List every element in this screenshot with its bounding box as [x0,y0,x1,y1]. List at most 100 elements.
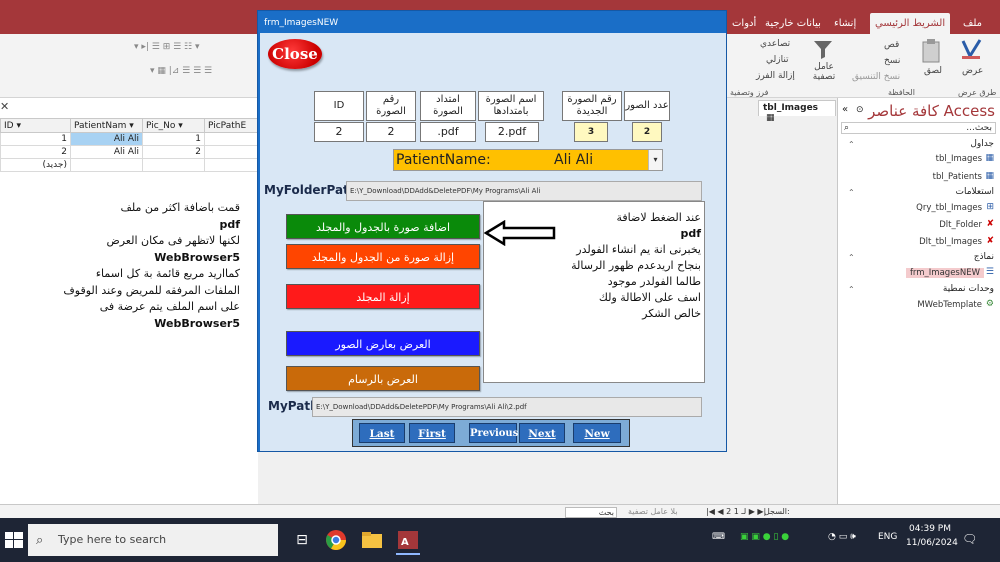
column-header-pic-no[interactable]: Pic_No ▾ [142,118,205,133]
my-path-field[interactable]: E:\Y_Download\DDAdd&DeletePDF\My Program… [312,397,702,417]
nav-group-forms[interactable]: نماذج [974,252,994,262]
sort-ascending-button[interactable]: تصاعدي [760,39,790,49]
view-button[interactable]: عرض [962,66,983,76]
cut-button[interactable]: قص [884,40,899,50]
previous-button[interactable]: Previous [469,423,519,443]
document-tab-tbl-images[interactable]: tbl_Images ▦ [758,100,836,123]
form-icon: ☰ [985,267,994,277]
notification-icon[interactable]: 🗨 [962,532,977,546]
cell-pic-no[interactable]: 1 [142,132,205,146]
add-image-button[interactable]: اضافة صورة بالجدول والمجلد [286,214,480,239]
clock-time[interactable]: 04:39 PM [909,524,951,534]
tray-status-icons[interactable]: ◔ ▭ 🕪 [828,532,856,542]
language-indicator[interactable]: ENG [878,532,897,542]
task-view-icon[interactable]: ⊟ [286,524,318,556]
nav-group-modules[interactable]: وحدات نمطية [943,284,994,294]
nav-item-frm-images[interactable]: frm_ImagesNEW [905,268,984,278]
cell-empty[interactable] [70,158,143,172]
last-button[interactable]: Last [359,423,405,443]
clock-date[interactable]: 11/06/2024 [906,538,958,548]
note-line: pdf [219,217,240,231]
nav-header[interactable]: « ⊙ كافة عناصر Access [838,100,1000,120]
cell-patientname[interactable]: Ali Ali [70,145,143,159]
next-button[interactable]: Next [519,423,565,443]
delete-query-icon: ✘ [986,236,994,246]
nav-item-dlt-images[interactable]: Dlt_tbl_Images [919,237,982,247]
chrome-icon[interactable] [320,524,352,556]
cell-picpath[interactable] [204,145,258,159]
nav-item-mwebtemplate[interactable]: MWebTemplate [917,300,982,310]
nav-search-input[interactable]: بحث... [841,122,996,134]
tab-file[interactable]: ملف [958,13,987,34]
group-views-label: طرق عرض [958,88,997,97]
tab-home[interactable]: الشريط الرئيسي [870,13,951,34]
nav-item-dlt-folder[interactable]: Dlt_Folder [939,220,982,230]
new-record-row[interactable]: (جديد) [0,158,258,172]
field-pic-no[interactable]: 2 [366,122,416,142]
column-header-picpath[interactable]: PicPathE [204,118,258,133]
table-row[interactable]: 1 Ali Ali 1 [0,132,258,146]
cell-pic-no[interactable]: 2 [142,145,205,159]
view-icon[interactable] [960,38,984,60]
nav-group-queries[interactable]: استعلامات [955,187,994,197]
cell-empty[interactable] [204,158,258,172]
cell-empty[interactable] [142,158,205,172]
table-icon: ▦ [985,153,994,163]
nav-item-qry-images[interactable]: Qry_tbl_Images [916,203,982,213]
paste-button[interactable]: لصق [924,66,942,76]
cell-id[interactable]: 1 [0,132,71,146]
new-button[interactable]: New [573,423,621,443]
paste-icon[interactable] [920,38,944,64]
file-explorer-icon[interactable] [356,524,388,556]
open-paint-button[interactable]: العرض بالرسام [286,366,480,391]
filter-button[interactable]: عامل تصفية [812,62,836,82]
nav-menu-icon[interactable]: ⊙ [856,105,864,115]
cell-new[interactable]: (جديد) [0,158,71,172]
field-extension[interactable]: .pdf [420,122,476,142]
nav-collapse-icon[interactable]: « [842,104,848,115]
tab-create[interactable]: إنشاء [829,13,861,34]
remove-image-button[interactable]: إزالة صورة من الجدول والمجلد [286,244,480,269]
taskbar-search-input[interactable]: Type here to search [28,524,278,556]
chevron-up-icon[interactable]: ⌃ [848,285,855,294]
close-button[interactable]: Close [268,39,322,69]
chevron-up-icon[interactable]: ⌃ [848,140,855,149]
sort-descending-button[interactable]: تنازلي [766,55,789,65]
remove-folder-button[interactable]: إزالة المجلد [286,284,480,309]
cell-patientname[interactable]: Ali Ali [70,132,143,146]
record-navigator[interactable]: |◀ ◀ 2 لـ 1 ▶ ▶| [706,507,766,516]
access-app-icon[interactable]: A [392,524,424,556]
nav-item-tbl-patients[interactable]: tbl_Patients [933,172,982,182]
filter-icon[interactable] [812,38,834,60]
chevron-up-icon[interactable]: ⌃ [848,188,855,197]
nav-group-tables[interactable]: جداول [970,139,994,149]
cell-id[interactable]: 2 [0,145,71,159]
tray-app-icons[interactable]: ▣ ▣ ● ▯ ● [740,532,789,542]
patient-name-combobox[interactable]: PatientName: Ali Ali ▾ [393,149,663,171]
folder-path-field[interactable]: E:\Y_Download\DDAdd&DeletePDF\My Program… [346,181,702,201]
format-painter-button[interactable]: نسخ التنسيق [852,72,900,82]
tab-external-data[interactable]: بيانات خارجية [760,13,826,34]
column-header-patientname[interactable]: PatientNam ▾ [70,118,143,133]
chevron-up-icon[interactable]: ⌃ [848,253,855,262]
close-document-icon[interactable]: ✕ [0,100,9,113]
no-filter-indicator[interactable]: بلا عامل تصفية [628,507,678,516]
copy-button[interactable]: نسخ [884,56,900,66]
remove-sort-button[interactable]: إزالة الفرز [756,71,795,81]
keyboard-icon[interactable]: ⌨ [712,532,725,542]
cell-picpath[interactable] [204,132,258,146]
table-row[interactable]: 2 Ali Ali 2 [0,145,258,159]
field-new-pic-no[interactable]: 3 [574,122,608,142]
nav-item-tbl-images[interactable]: tbl_Images [936,154,982,164]
first-button[interactable]: First [409,423,455,443]
windows-start-icon[interactable] [3,529,25,551]
tab-tools[interactable]: أدوات [727,13,761,34]
open-image-viewer-button[interactable]: العرض بعارض الصور [286,331,480,356]
field-name-with-ext[interactable]: 2.pdf [485,122,539,142]
status-search-input[interactable]: بحث [565,507,617,518]
chevron-down-icon[interactable]: ▾ [648,150,662,170]
field-pic-count[interactable]: 2 [632,122,662,142]
column-header-id[interactable]: ID ▾ [0,118,71,133]
field-id[interactable]: 2 [314,122,364,142]
previous-button-label: Previous [470,428,519,439]
